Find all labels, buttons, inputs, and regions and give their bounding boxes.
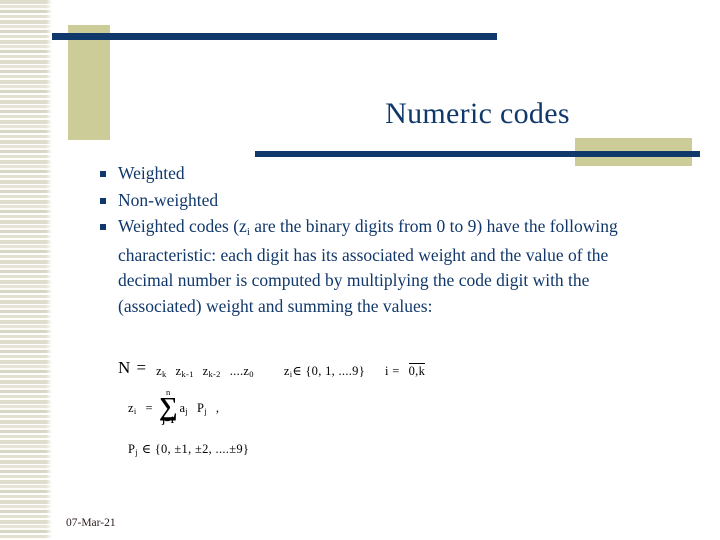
sigma-icon: ∑ bbox=[158, 391, 178, 421]
formula-line2-equals: = bbox=[145, 400, 153, 415]
bullet-label-weighted: Weighted bbox=[118, 163, 185, 183]
formula-line2-zi-sub: i bbox=[133, 405, 137, 416]
summation-lower-limit: j=1 bbox=[161, 414, 175, 425]
stripe-fade-overlay bbox=[46, 0, 52, 540]
slide-date: 07-Mar-21 bbox=[66, 517, 116, 529]
formula-line2-zi-base: z bbox=[128, 400, 134, 415]
formula-term-zk1-sub: k-1 bbox=[181, 369, 194, 379]
formula-term-zk2-sub: k-2 bbox=[208, 369, 221, 379]
formula-term-z0: ....z0 bbox=[230, 364, 254, 379]
square-bullet-icon bbox=[100, 197, 106, 204]
formula-term-zk2: zk-2 bbox=[203, 364, 221, 379]
formula-line-1: N = zk zk-1 zk-2 ....z0 zi ∈ {0, 1, ....… bbox=[118, 358, 638, 379]
formula-membership-set: ∈ {0, 1, ....9} bbox=[292, 364, 366, 378]
formula-term-pj-sub: j bbox=[204, 405, 207, 416]
formula-term-zi: zi bbox=[284, 364, 293, 379]
formula-line2-zi: zi bbox=[128, 401, 137, 416]
formula-line3-pj-sub: j bbox=[135, 446, 138, 457]
bullet-paragraph-subscript: i bbox=[246, 226, 250, 238]
bullet-paragraph-part-1: Weighted codes (z bbox=[118, 216, 247, 236]
square-bullet-icon bbox=[100, 171, 106, 177]
formula-term-zi-base: z bbox=[283, 364, 290, 378]
decorative-tan-block-left bbox=[68, 25, 110, 140]
formula-term-z0-base: ....z bbox=[229, 364, 250, 378]
formula-term-zk: zk bbox=[156, 364, 166, 379]
formula-term-pj: Pj bbox=[197, 401, 207, 416]
slide-canvas: Numeric codes Weighted Non-weighted Weig… bbox=[0, 0, 720, 540]
formula-term-aj-sub: j bbox=[185, 405, 188, 416]
formula-line3-set: ∈ {0, ±1, ±2, ....±9} bbox=[141, 441, 250, 456]
formula-line2-comma: , bbox=[215, 400, 220, 415]
formula-line-3: Pj ∈ {0, ±1, ±2, ....±9} bbox=[128, 439, 638, 457]
summation-operator: n ∑ j=1 bbox=[159, 388, 178, 425]
decorative-stripe-band bbox=[0, 0, 52, 540]
decorative-title-underline-rule bbox=[255, 151, 700, 157]
bullet-list: Weighted Non-weighted Weighted codes (zi… bbox=[100, 161, 660, 320]
list-item: Weighted codes (zi are the binary digits… bbox=[100, 214, 660, 319]
formula-term-zk2-base: z bbox=[202, 364, 209, 378]
formula-index-eq: i = bbox=[385, 364, 400, 378]
formula-lhs-N: N = bbox=[118, 358, 148, 377]
list-item: Weighted bbox=[100, 161, 660, 187]
slide-title: Numeric codes bbox=[385, 97, 570, 130]
formula-term-z0-sub: 0 bbox=[249, 369, 254, 379]
bullet-label-non-weighted: Non-weighted bbox=[118, 189, 219, 210]
formula-line-2: zi = n ∑ j=1 aj Pj , bbox=[128, 388, 638, 425]
formula-term-zk1: zk-1 bbox=[176, 364, 194, 379]
formula-line3-pj: Pj bbox=[128, 442, 138, 457]
formula-term-zk-sub: k bbox=[161, 369, 167, 379]
decorative-top-rule bbox=[52, 33, 497, 40]
formula-index-range: 0,k bbox=[408, 363, 426, 378]
list-item: Non-weighted bbox=[100, 188, 660, 214]
bullet-paragraph-weighted-codes: Weighted codes (zi are the binary digits… bbox=[118, 214, 660, 319]
square-bullet-icon bbox=[100, 224, 106, 230]
formula-block: N = zk zk-1 zk-2 ....z0 zi ∈ {0, 1, ....… bbox=[118, 358, 638, 457]
formula-term-aj: aj bbox=[179, 401, 188, 416]
